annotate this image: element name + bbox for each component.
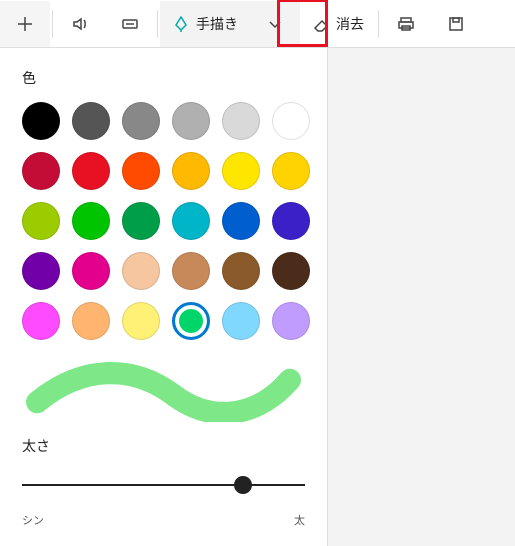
color-swatch[interactable]: [72, 202, 110, 240]
draw-tool-group: 手描き: [160, 1, 300, 47]
pen-icon: [172, 15, 190, 33]
color-grid: [22, 102, 305, 340]
color-swatch[interactable]: [122, 152, 160, 190]
thickness-slider[interactable]: [22, 470, 305, 510]
color-swatch[interactable]: [222, 302, 260, 340]
add-button[interactable]: [0, 1, 50, 47]
color-swatch[interactable]: [22, 302, 60, 340]
color-swatch[interactable]: [272, 302, 310, 340]
divider: [52, 10, 53, 38]
read-aloud-button[interactable]: [55, 1, 105, 47]
slider-min-label: シン: [22, 512, 44, 528]
draw-options-panel: 色 太さ シン 太: [0, 48, 328, 546]
color-swatch[interactable]: [222, 102, 260, 140]
chevron-down-icon: [266, 15, 284, 33]
slider-max-label: 太: [294, 512, 305, 528]
thickness-section-label: 太さ: [22, 436, 305, 456]
eraser-icon: [312, 15, 330, 33]
color-section-label: 色: [22, 68, 305, 88]
color-swatch[interactable]: [72, 252, 110, 290]
color-swatch[interactable]: [22, 152, 60, 190]
save-button[interactable]: [431, 1, 481, 47]
color-swatch[interactable]: [122, 202, 160, 240]
divider: [157, 10, 158, 38]
toolbar: 手描き 消去: [0, 0, 515, 48]
print-icon: [397, 15, 415, 33]
color-swatch[interactable]: [122, 102, 160, 140]
stroke-preview: [22, 358, 305, 422]
color-swatch[interactable]: [272, 252, 310, 290]
fit-page-button[interactable]: [105, 1, 155, 47]
color-swatch[interactable]: [122, 252, 160, 290]
content-area: 色 太さ シン 太: [0, 48, 515, 546]
color-swatch[interactable]: [172, 202, 210, 240]
print-button[interactable]: [381, 1, 431, 47]
sound-icon: [71, 15, 89, 33]
page-area[interactable]: [328, 48, 515, 546]
erase-label: 消去: [336, 14, 364, 34]
slider-track: [22, 484, 305, 486]
fit-page-icon: [121, 15, 139, 33]
color-swatch[interactable]: [272, 102, 310, 140]
color-swatch[interactable]: [22, 202, 60, 240]
color-swatch[interactable]: [172, 152, 210, 190]
draw-label: 手描き: [196, 14, 238, 34]
color-swatch[interactable]: [72, 152, 110, 190]
color-swatch[interactable]: [172, 102, 210, 140]
plus-icon: [16, 15, 34, 33]
draw-button[interactable]: 手描き: [160, 1, 250, 47]
color-swatch[interactable]: [222, 252, 260, 290]
color-swatch[interactable]: [72, 302, 110, 340]
save-icon: [447, 15, 465, 33]
slider-thumb[interactable]: [234, 476, 252, 494]
draw-dropdown-button[interactable]: [250, 1, 300, 47]
color-swatch[interactable]: [272, 152, 310, 190]
divider: [378, 10, 379, 38]
color-swatch[interactable]: [172, 252, 210, 290]
erase-button[interactable]: 消去: [300, 1, 376, 47]
color-swatch[interactable]: [222, 152, 260, 190]
color-swatch[interactable]: [72, 102, 110, 140]
color-swatch[interactable]: [22, 102, 60, 140]
slider-labels: シン 太: [22, 512, 305, 528]
color-swatch[interactable]: [222, 202, 260, 240]
color-swatch[interactable]: [172, 302, 210, 340]
color-swatch[interactable]: [122, 302, 160, 340]
color-swatch[interactable]: [22, 252, 60, 290]
color-swatch[interactable]: [272, 202, 310, 240]
